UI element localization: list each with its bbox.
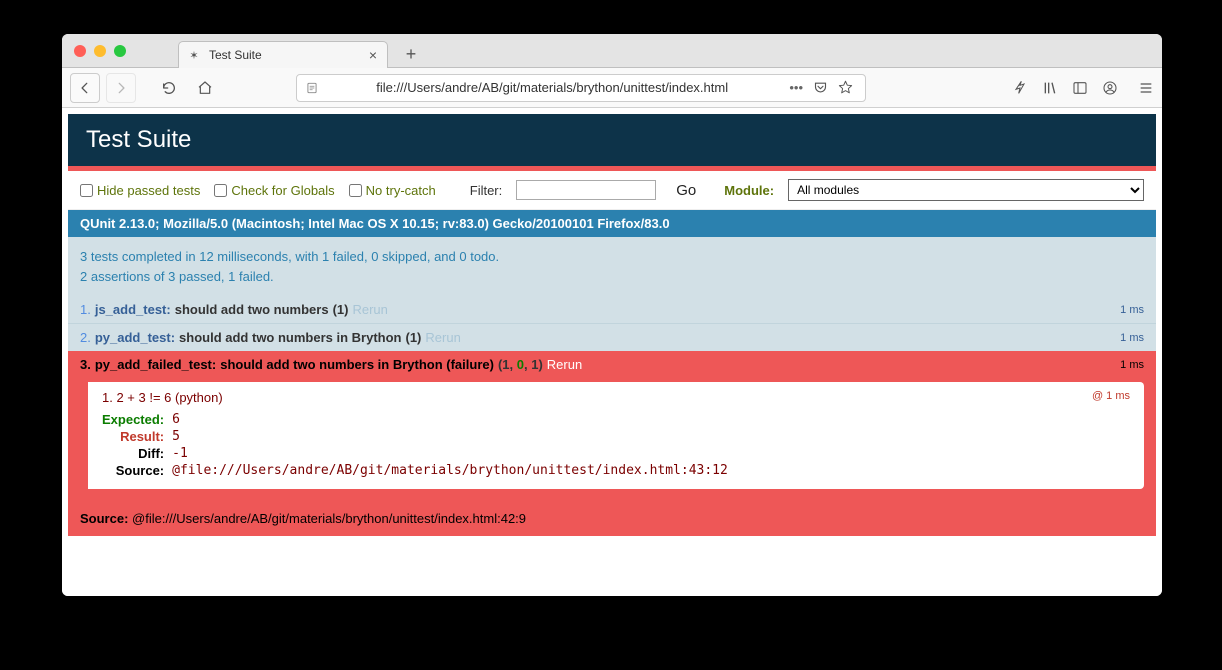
expected-label: Expected: bbox=[102, 411, 172, 428]
bookmark-icon[interactable] bbox=[838, 80, 853, 95]
diff-value: -1 bbox=[172, 445, 728, 462]
filter-input[interactable] bbox=[516, 180, 656, 200]
qunit-container: Test Suite Hide passed tests Check for G… bbox=[68, 114, 1156, 536]
test-desc: should add two numbers in Brython bbox=[179, 330, 401, 345]
assertion-title: 1. 2 + 3 != 6 (python) bbox=[102, 390, 1130, 405]
reload-button[interactable] bbox=[154, 73, 184, 103]
hamburger-menu-icon[interactable] bbox=[1138, 80, 1154, 96]
check-globals-input[interactable] bbox=[214, 184, 227, 197]
minimize-window-icon[interactable] bbox=[94, 45, 106, 57]
rerun-link[interactable]: Rerun bbox=[425, 330, 460, 345]
pocket-icon[interactable] bbox=[813, 80, 828, 95]
test-counts: (1, 0, 1) bbox=[498, 357, 543, 372]
qunit-toolbar: Hide passed tests Check for Globals No t… bbox=[68, 171, 1156, 210]
test-time: 1 ms bbox=[1120, 304, 1144, 316]
maximize-window-icon[interactable] bbox=[114, 45, 126, 57]
qunit-testresult: 3 tests completed in 12 milliseconds, wi… bbox=[68, 237, 1156, 296]
back-button[interactable] bbox=[70, 73, 100, 103]
test-index: 1. bbox=[80, 302, 91, 317]
toolbar-right bbox=[1012, 80, 1154, 96]
plus-icon: + bbox=[406, 44, 417, 65]
page-actions-icon[interactable]: ••• bbox=[789, 80, 803, 95]
test-row[interactable]: 1. js_add_test: should add two numbers (… bbox=[68, 296, 1156, 323]
filter-go-button[interactable]: Go bbox=[676, 182, 696, 199]
hide-passed-checkbox[interactable]: Hide passed tests bbox=[80, 183, 200, 198]
result-value: 5 bbox=[172, 428, 728, 445]
assertion-box: 1. 2 + 3 != 6 (python) @ 1 ms Expected: … bbox=[80, 382, 1144, 489]
tab-title: Test Suite bbox=[209, 48, 262, 62]
arrow-right-icon bbox=[114, 81, 128, 95]
browser-tab[interactable]: ✶ Test Suite × bbox=[178, 41, 388, 68]
home-icon bbox=[197, 80, 213, 96]
qunit-header: Test Suite bbox=[68, 114, 1156, 166]
close-tab-icon[interactable]: × bbox=[369, 48, 377, 62]
browser-window: ✶ Test Suite × + file:///Users/and bbox=[62, 34, 1162, 596]
arrow-left-icon bbox=[78, 81, 92, 95]
module-label: Module: bbox=[724, 183, 774, 198]
qunit-useragent: QUnit 2.13.0; Mozilla/5.0 (Macintosh; In… bbox=[68, 210, 1156, 237]
expected-value: 6 bbox=[172, 411, 728, 428]
check-globals-label: Check for Globals bbox=[231, 183, 334, 198]
rerun-link[interactable]: Rerun bbox=[547, 357, 582, 372]
window-controls bbox=[62, 34, 138, 67]
filter-label: Filter: bbox=[470, 183, 503, 198]
outer-source-label: Source: bbox=[80, 511, 128, 526]
assertion-time: @ 1 ms bbox=[1092, 390, 1130, 402]
test-failure-body: 1. 2 + 3 != 6 (python) @ 1 ms Expected: … bbox=[68, 378, 1156, 501]
forward-button[interactable] bbox=[106, 73, 136, 103]
devtools-icon[interactable] bbox=[1012, 80, 1028, 96]
test-time: 1 ms bbox=[1120, 359, 1144, 371]
library-icon[interactable] bbox=[1042, 80, 1058, 96]
result-label: Result: bbox=[102, 428, 172, 445]
reload-icon bbox=[161, 80, 177, 96]
source-value: @file:///Users/andre/AB/git/materials/br… bbox=[172, 462, 728, 479]
new-tab-button[interactable]: + bbox=[398, 41, 424, 67]
browser-toolbar: file:///Users/andre/AB/git/materials/bry… bbox=[62, 68, 1162, 108]
url-bar: file:///Users/andre/AB/git/materials/bry… bbox=[296, 74, 866, 102]
qunit-tests: 1. js_add_test: should add two numbers (… bbox=[68, 296, 1156, 378]
summary-line-2: 2 assertions of 3 passed, 1 failed. bbox=[80, 267, 1144, 287]
test-counts: (1) bbox=[333, 302, 349, 317]
url-text: file:///Users/andre/AB/git/materials/bry… bbox=[327, 80, 777, 95]
test-row[interactable]: 3. py_add_failed_test: should add two nu… bbox=[68, 351, 1156, 378]
qunit-title: Test Suite bbox=[86, 126, 191, 153]
no-trycatch-input[interactable] bbox=[349, 184, 362, 197]
close-window-icon[interactable] bbox=[74, 45, 86, 57]
tab-favicon-icon: ✶ bbox=[187, 48, 201, 62]
sidebar-icon[interactable] bbox=[1072, 80, 1088, 96]
hide-passed-input[interactable] bbox=[80, 184, 93, 197]
home-button[interactable] bbox=[190, 73, 220, 103]
test-module: js_add_test: bbox=[95, 302, 171, 317]
test-module: py_add_test: bbox=[95, 330, 175, 345]
rerun-link[interactable]: Rerun bbox=[352, 302, 387, 317]
tab-strip: ✶ Test Suite × + bbox=[62, 34, 1162, 68]
hide-passed-label: Hide passed tests bbox=[97, 183, 200, 198]
diff-label: Diff: bbox=[102, 445, 172, 462]
test-counts: (1) bbox=[406, 330, 422, 345]
module-select[interactable]: All modules bbox=[788, 179, 1144, 201]
check-globals-checkbox[interactable]: Check for Globals bbox=[214, 183, 334, 198]
test-source-line: Source: @file:///Users/andre/AB/git/mate… bbox=[68, 501, 1156, 536]
page-viewport[interactable]: Test Suite Hide passed tests Check for G… bbox=[62, 108, 1162, 596]
source-label: Source: bbox=[102, 462, 172, 479]
page-info-icon[interactable] bbox=[305, 81, 319, 95]
test-desc: should add two numbers bbox=[175, 302, 329, 317]
no-trycatch-label: No try-catch bbox=[366, 183, 436, 198]
test-index: 2. bbox=[80, 330, 91, 345]
url-input[interactable]: file:///Users/andre/AB/git/materials/bry… bbox=[296, 74, 866, 102]
test-time: 1 ms bbox=[1120, 332, 1144, 344]
test-row[interactable]: 2. py_add_test: should add two numbers i… bbox=[68, 323, 1156, 351]
test-index: 3. bbox=[80, 357, 91, 372]
assertion-table: Expected: 6 Result: 5 Diff: -1 Source: @… bbox=[102, 411, 728, 479]
no-trycatch-checkbox[interactable]: No try-catch bbox=[349, 183, 436, 198]
test-module: py_add_failed_test: bbox=[95, 357, 216, 372]
test-desc: should add two numbers in Brython (failu… bbox=[220, 357, 494, 372]
account-icon[interactable] bbox=[1102, 80, 1118, 96]
summary-line-1: 3 tests completed in 12 milliseconds, wi… bbox=[80, 247, 1144, 267]
outer-source-value: @file:///Users/andre/AB/git/materials/br… bbox=[132, 511, 526, 526]
